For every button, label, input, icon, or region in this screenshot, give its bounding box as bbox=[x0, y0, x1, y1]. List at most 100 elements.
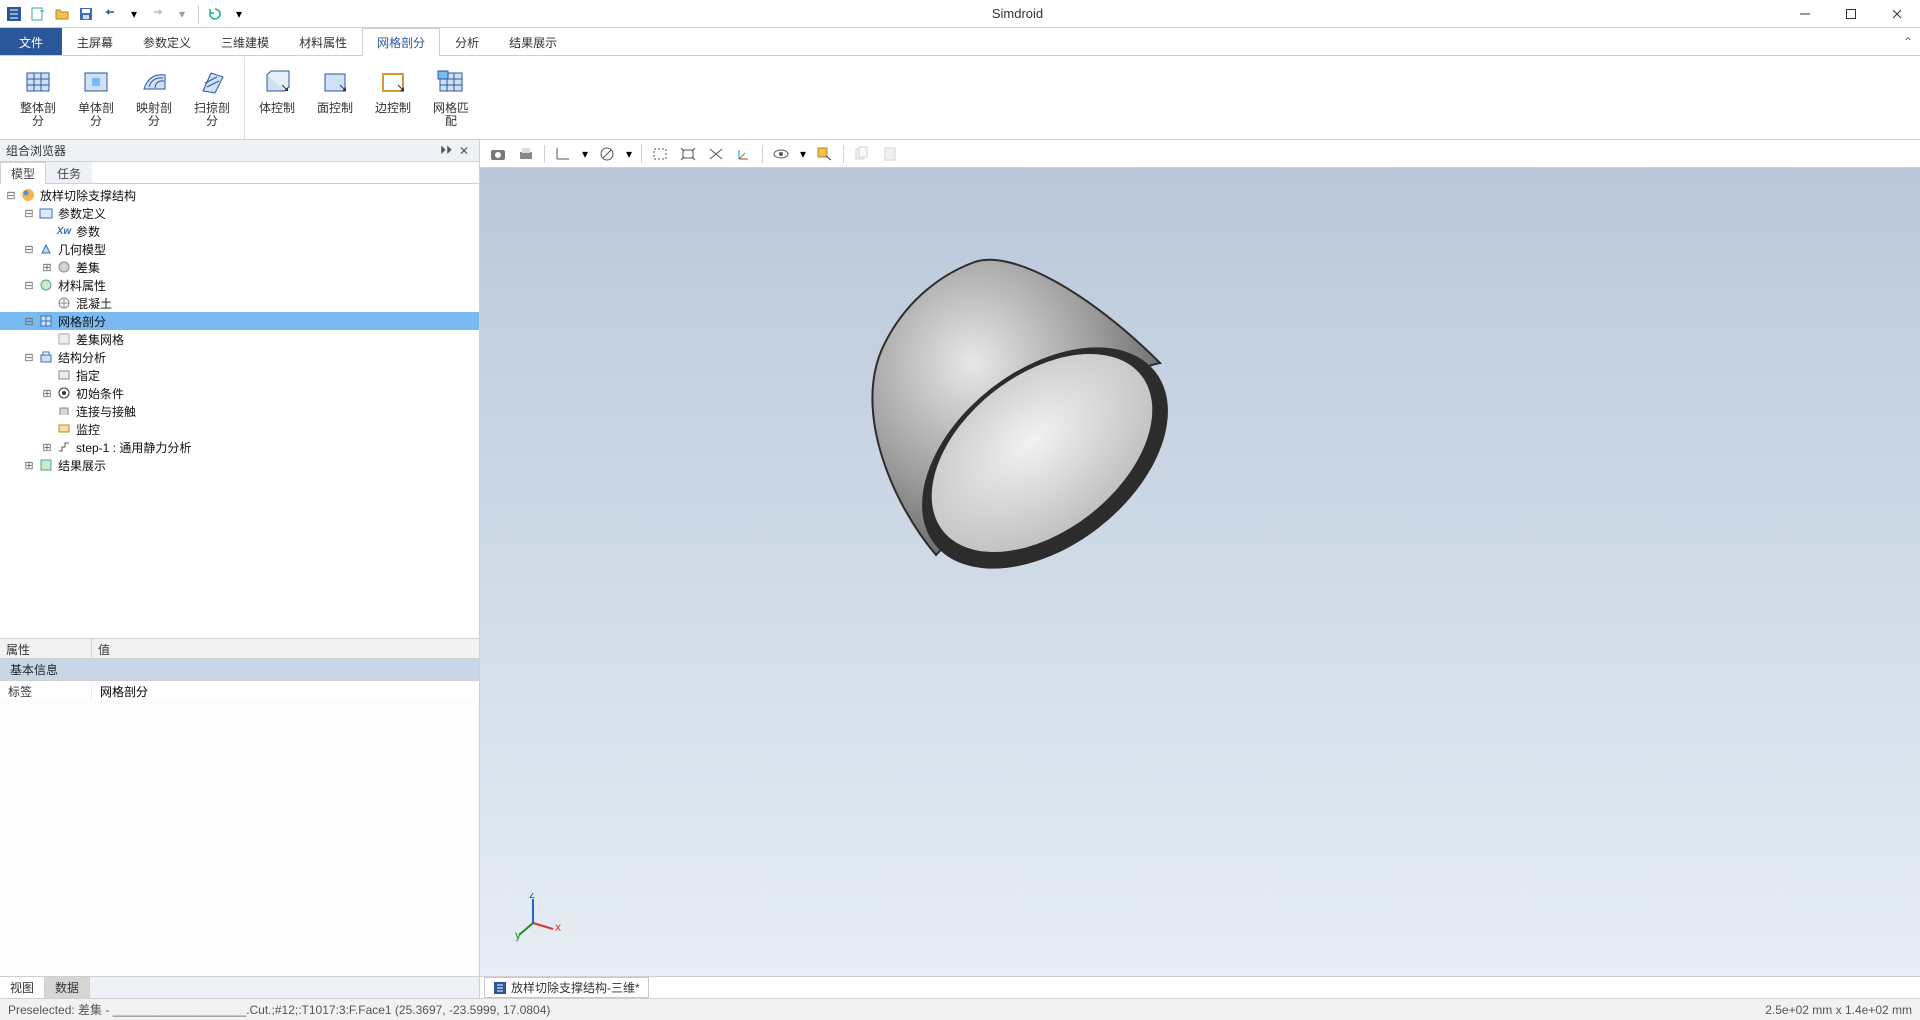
ribbon: 整体剖分 单体剖分 映射剖分 扫掠剖分 体控制 面控制 边控制 网格匹配 bbox=[0, 56, 1920, 140]
doc-icon bbox=[493, 981, 507, 995]
tree-result[interactable]: ⊞结果展示 bbox=[0, 456, 479, 474]
window-controls bbox=[1782, 0, 1920, 28]
save-icon[interactable] bbox=[76, 4, 96, 24]
copy-icon[interactable] bbox=[850, 143, 874, 165]
separator bbox=[198, 5, 199, 23]
ribbon-group-controls: 体控制 面控制 边控制 网格匹配 bbox=[244, 58, 483, 139]
tree-geom[interactable]: ⊟几何模型 bbox=[0, 240, 479, 258]
tree-contact[interactable]: 连接与接触 bbox=[0, 402, 479, 420]
btn-single-mesh[interactable]: 单体剖分 bbox=[72, 62, 120, 132]
maximize-button[interactable] bbox=[1828, 0, 1874, 28]
tab-param[interactable]: 参数定义 bbox=[128, 28, 206, 55]
tree-monitor[interactable]: 监控 bbox=[0, 420, 479, 438]
camera-icon[interactable] bbox=[486, 143, 510, 165]
refresh-menu-icon[interactable]: ▾ bbox=[229, 4, 249, 24]
cut-icon bbox=[56, 259, 72, 275]
contact-icon bbox=[56, 403, 72, 419]
quick-access-toolbar: ▾ ▾ ▾ bbox=[0, 4, 253, 24]
tree-mesh[interactable]: ⊟网格剖分 bbox=[0, 312, 479, 330]
viewport-tab[interactable]: 放样切除支撑结构-三维* bbox=[484, 977, 649, 998]
axis-icon[interactable] bbox=[551, 143, 575, 165]
zoom-sel-icon[interactable] bbox=[704, 143, 728, 165]
close-button[interactable] bbox=[1874, 0, 1920, 28]
property-grid: 属性 值 基本信息 标签 网格剖分 bbox=[0, 638, 479, 976]
status-bar: Preselected: 差集 - ____________________.C… bbox=[0, 998, 1920, 1020]
tree-chaji-mesh[interactable]: 差集网格 bbox=[0, 330, 479, 348]
ribbon-tabs: 文件 主屏幕 参数定义 三维建模 材料属性 网格剖分 分析 结果展示 ⌃ bbox=[0, 28, 1920, 56]
tab-modeling[interactable]: 三维建模 bbox=[206, 28, 284, 55]
svg-text:z: z bbox=[529, 893, 535, 901]
result-icon bbox=[38, 457, 54, 473]
tree-param-def[interactable]: ⊟参数定义 bbox=[0, 204, 479, 222]
visibility-icon[interactable] bbox=[769, 143, 793, 165]
dropdown-icon[interactable]: ▾ bbox=[579, 143, 591, 165]
globe-icon bbox=[56, 295, 72, 311]
tree-root[interactable]: ⊟放样切除支撑结构 bbox=[0, 186, 479, 204]
tab-analysis[interactable]: 分析 bbox=[440, 28, 494, 55]
model-tree[interactable]: ⊟放样切除支撑结构 ⊟参数定义 Xw参数 ⊟几何模型 ⊞差集 ⊟材料属性 混凝土… bbox=[0, 184, 479, 638]
tree-ic[interactable]: ⊞初始条件 bbox=[0, 384, 479, 402]
tree-material[interactable]: ⊟材料属性 bbox=[0, 276, 479, 294]
new-icon[interactable] bbox=[28, 4, 48, 24]
model-icon bbox=[20, 187, 36, 203]
redo-menu-icon[interactable]: ▾ bbox=[172, 4, 192, 24]
btn-mesh-match[interactable]: 网格匹配 bbox=[427, 62, 475, 132]
dropdown-icon[interactable]: ▾ bbox=[797, 143, 809, 165]
tab-home[interactable]: 主屏幕 bbox=[62, 28, 128, 55]
bottom-tab-view[interactable]: 视图 bbox=[0, 977, 45, 998]
panel-pin-icon[interactable]: ⏵⏵ bbox=[437, 142, 455, 160]
prop-group-basic: 基本信息 bbox=[0, 659, 479, 681]
dropdown-icon[interactable]: ▾ bbox=[623, 143, 635, 165]
tab-mesh[interactable]: 网格剖分 bbox=[362, 28, 440, 55]
panel-close-icon[interactable]: ✕ bbox=[455, 142, 473, 160]
btn-body-control[interactable]: 体控制 bbox=[253, 62, 301, 119]
assign-icon bbox=[56, 367, 72, 383]
subtab-model[interactable]: 模型 bbox=[0, 162, 46, 183]
prop-row-label[interactable]: 标签 网格剖分 bbox=[0, 681, 479, 701]
undo-menu-icon[interactable]: ▾ bbox=[124, 4, 144, 24]
viewport-3d[interactable]: x y z bbox=[480, 168, 1920, 976]
tab-material[interactable]: 材料属性 bbox=[284, 28, 362, 55]
tab-results[interactable]: 结果展示 bbox=[494, 28, 572, 55]
print-icon[interactable] bbox=[514, 143, 538, 165]
analysis-icon bbox=[38, 349, 54, 365]
paste-icon[interactable] bbox=[878, 143, 902, 165]
tree-assign[interactable]: 指定 bbox=[0, 366, 479, 384]
tree-chaji[interactable]: ⊞差集 bbox=[0, 258, 479, 276]
svg-text:x: x bbox=[555, 920, 561, 934]
status-left: Preselected: 差集 - ____________________.C… bbox=[8, 1001, 550, 1018]
forbid-icon[interactable] bbox=[595, 143, 619, 165]
tree-concrete[interactable]: 混凝土 bbox=[0, 294, 479, 312]
select-icon[interactable] bbox=[813, 143, 837, 165]
undo-icon[interactable] bbox=[100, 4, 120, 24]
btn-global-mesh[interactable]: 整体剖分 bbox=[14, 62, 62, 132]
monitor-icon bbox=[56, 421, 72, 437]
panel-subtabs: 模型 任务 bbox=[0, 162, 479, 184]
app-icon[interactable] bbox=[4, 4, 24, 24]
tab-file[interactable]: 文件 bbox=[0, 28, 62, 55]
tree-step[interactable]: ⊞step-1 : 通用静力分析 bbox=[0, 438, 479, 456]
left-panel: 组合浏览器 ⏵⏵ ✕ 模型 任务 ⊟放样切除支撑结构 ⊟参数定义 Xw参数 ⊟几… bbox=[0, 140, 480, 998]
btn-face-control[interactable]: 面控制 bbox=[311, 62, 359, 119]
minimize-button[interactable] bbox=[1782, 0, 1828, 28]
model-cone bbox=[860, 253, 1200, 583]
property-header: 属性 值 bbox=[0, 639, 479, 659]
open-icon[interactable] bbox=[52, 4, 72, 24]
main-area: 组合浏览器 ⏵⏵ ✕ 模型 任务 ⊟放样切除支撑结构 ⊟参数定义 Xw参数 ⊟几… bbox=[0, 140, 1920, 998]
refresh-icon[interactable] bbox=[205, 4, 225, 24]
ribbon-collapse-icon[interactable]: ⌃ bbox=[1896, 28, 1920, 55]
subtab-tasks[interactable]: 任务 bbox=[46, 162, 92, 183]
window-title: Simdroid bbox=[253, 6, 1782, 21]
btn-map-mesh[interactable]: 映射剖分 bbox=[130, 62, 178, 132]
submesh-icon bbox=[56, 331, 72, 347]
panel-header: 组合浏览器 ⏵⏵ ✕ bbox=[0, 140, 479, 162]
zoom-box-icon[interactable] bbox=[648, 143, 672, 165]
triad-icon[interactable] bbox=[732, 143, 756, 165]
bottom-tab-data[interactable]: 数据 bbox=[45, 977, 90, 998]
btn-edge-control[interactable]: 边控制 bbox=[369, 62, 417, 119]
redo-icon[interactable] bbox=[148, 4, 168, 24]
fit-icon[interactable] bbox=[676, 143, 700, 165]
tree-struct[interactable]: ⊟结构分析 bbox=[0, 348, 479, 366]
btn-sweep-mesh[interactable]: 扫掠剖分 bbox=[188, 62, 236, 132]
tree-param[interactable]: Xw参数 bbox=[0, 222, 479, 240]
